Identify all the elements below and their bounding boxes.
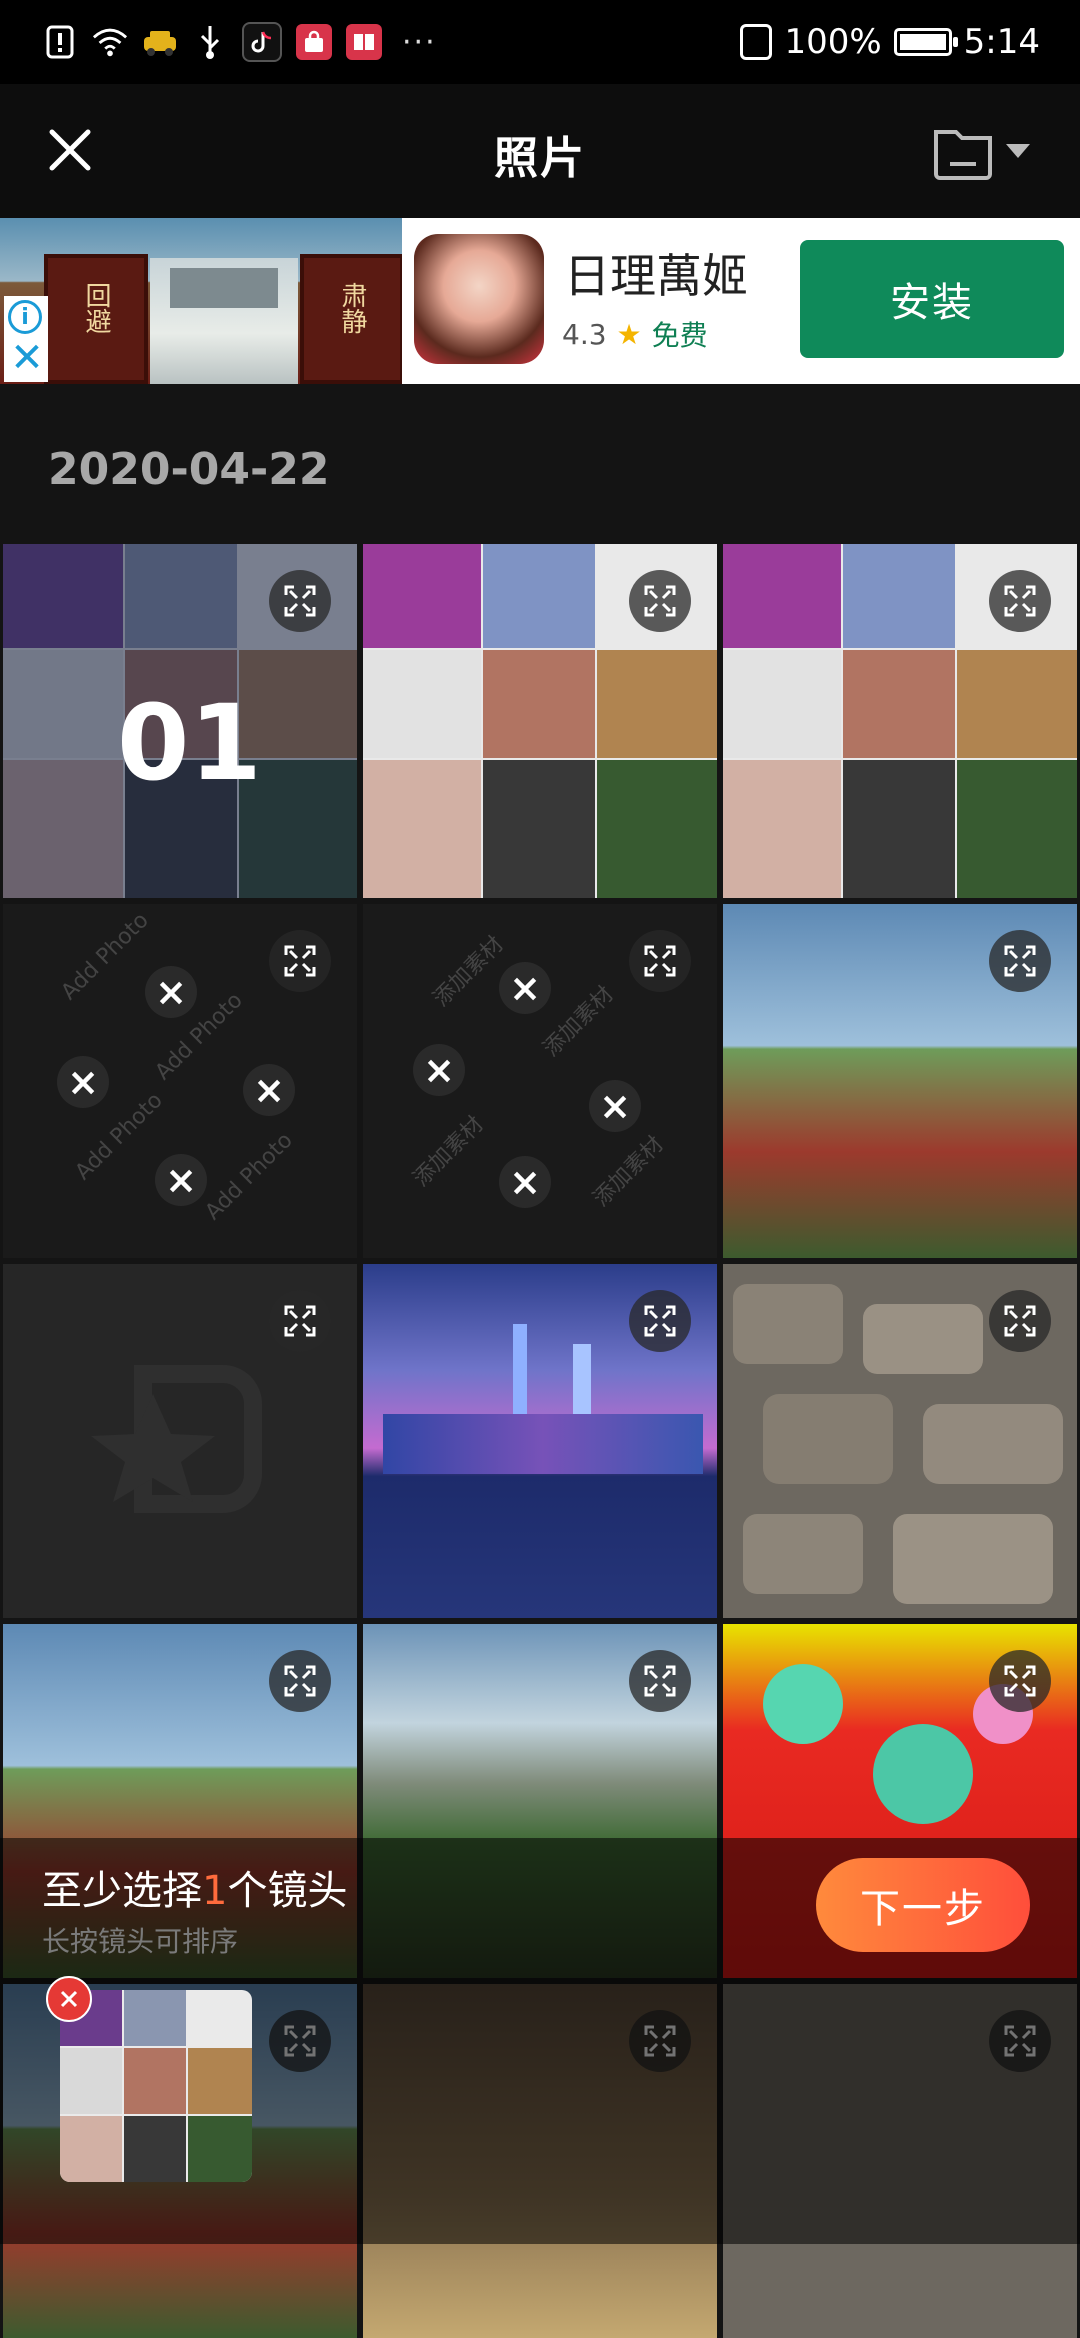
alert-icon: [42, 24, 78, 60]
ad-image[interactable]: 回避 肃静: [0, 218, 402, 384]
battery-percent: 100%: [784, 22, 882, 62]
expand-button[interactable]: [629, 570, 691, 632]
expand-button[interactable]: [269, 570, 331, 632]
hint-count: 1: [202, 1868, 228, 1914]
expand-button[interactable]: [989, 570, 1051, 632]
app-logo-placeholder-icon: [91, 1365, 262, 1513]
install-button[interactable]: 安装: [800, 240, 1064, 358]
ad-door-left: 回避: [44, 254, 148, 384]
battery-icon: [893, 28, 958, 56]
usb-icon: [192, 24, 228, 60]
add-photo-text: Add Photo: [200, 1127, 298, 1226]
ad-price: 免费: [651, 319, 708, 352]
add-photo-x-icon: ×: [499, 1156, 551, 1208]
expand-icon: [284, 945, 316, 977]
info-icon[interactable]: i: [8, 300, 42, 334]
media-tile[interactable]: [723, 904, 1077, 1258]
star-icon: ★: [616, 317, 642, 351]
top-bar: 照片: [0, 84, 1080, 218]
ad-temple-graphic: [150, 258, 298, 384]
expand-button[interactable]: [269, 930, 331, 992]
add-photo-text: Add Photo: [56, 907, 154, 1006]
add-photo-text: 添加素材: [428, 931, 509, 1012]
vibrate-icon: [740, 24, 773, 60]
expand-button[interactable]: [629, 1650, 691, 1712]
expand-icon: [284, 1665, 316, 1697]
expand-button[interactable]: [629, 930, 691, 992]
hint-suffix: 个镜头: [227, 1868, 348, 1914]
more-notifications-icon: ···: [402, 24, 437, 60]
expand-icon: [1004, 945, 1036, 977]
expand-icon: [644, 585, 676, 617]
expand-button[interactable]: [629, 1290, 691, 1352]
remove-clip-button[interactable]: [46, 1976, 92, 2022]
ad-app-icon[interactable]: [414, 234, 544, 364]
ad-banner[interactable]: 回避 肃静 日理萬姬 4.3 ★ 免费 安装: [0, 218, 1080, 384]
expand-button[interactable]: [269, 1650, 331, 1712]
ad-app-name[interactable]: 日理萬姬: [564, 240, 748, 306]
page-title: 照片: [494, 133, 586, 184]
media-tile[interactable]: [3, 1264, 357, 1618]
next-button[interactable]: 下一步: [816, 1858, 1030, 1952]
expand-icon: [1004, 1665, 1036, 1697]
ad-rating-value: 4.3: [562, 317, 607, 351]
book-icon: [346, 24, 382, 60]
status-bar-system: 100% 5:14: [740, 18, 1040, 66]
media-tile[interactable]: [723, 544, 1077, 898]
add-photo-x-icon: ×: [155, 1154, 207, 1206]
add-photo-x-icon: ×: [589, 1080, 641, 1132]
expand-icon: [1004, 1305, 1036, 1337]
ad-choices[interactable]: i ✕: [4, 296, 48, 382]
taxi-icon: [142, 24, 178, 60]
add-photo-text: 添加素材: [588, 1131, 669, 1212]
expand-icon: [284, 1305, 316, 1337]
ad-close-icon[interactable]: ✕: [10, 338, 44, 378]
add-photo-x-icon: ×: [57, 1056, 109, 1108]
ad-door-right: 肃静: [300, 254, 402, 384]
expand-button[interactable]: [989, 930, 1051, 992]
expand-icon: [284, 585, 316, 617]
date-header: 2020-04-22: [48, 444, 330, 495]
ad-door-right-text: 肃静: [337, 282, 367, 334]
shopping-bag-icon: [296, 24, 332, 60]
media-tile[interactable]: [363, 1264, 717, 1618]
close-icon: [60, 1990, 78, 2008]
expand-icon: [644, 1305, 676, 1337]
add-photo-x-icon: ×: [499, 962, 551, 1014]
chevron-down-icon: [1006, 144, 1030, 158]
hint-prefix: 至少选择: [42, 1868, 202, 1914]
clock: 5:14: [963, 22, 1040, 62]
add-photo-x-icon: ×: [145, 966, 197, 1018]
expand-icon: [644, 1665, 676, 1697]
media-tile[interactable]: 01: [3, 544, 357, 898]
tiktok-icon: [242, 22, 282, 62]
media-tile[interactable]: × × × × 添加素材 添加素材 添加素材 添加素材: [363, 904, 717, 1258]
media-tile[interactable]: [723, 1264, 1077, 1618]
expand-button[interactable]: [989, 1650, 1051, 1712]
folder-icon: [934, 130, 992, 180]
add-photo-x-icon: ×: [413, 1044, 465, 1096]
sort-hint: 长按镜头可排序: [42, 1925, 239, 1958]
add-photo-text: 添加素材: [408, 1111, 489, 1192]
media-tile[interactable]: [363, 544, 717, 898]
selected-clip-thumbnail[interactable]: [60, 1990, 252, 2182]
expand-icon: [644, 945, 676, 977]
selection-hint-panel: 至少选择1个镜头 长按镜头可排序 下一步: [0, 1838, 1080, 1982]
selection-index: 01: [117, 682, 262, 804]
ad-rating-row: 4.3 ★ 免费: [562, 314, 708, 354]
status-bar: ··· 100% 5:14: [0, 0, 1080, 84]
expand-icon: [1004, 585, 1036, 617]
expand-button[interactable]: [989, 1290, 1051, 1352]
wifi-icon: [92, 24, 128, 60]
add-photo-x-icon: ×: [243, 1064, 295, 1116]
expand-button[interactable]: [269, 1290, 331, 1352]
selection-hint: 至少选择1个镜头: [42, 1858, 347, 1916]
media-tile[interactable]: × × × × Add Photo Add Photo Add Photo Ad…: [3, 904, 357, 1258]
ad-door-left-text: 回避: [81, 282, 111, 334]
folder-selector-button[interactable]: [932, 116, 1044, 186]
status-bar-notifications: ···: [42, 20, 437, 64]
